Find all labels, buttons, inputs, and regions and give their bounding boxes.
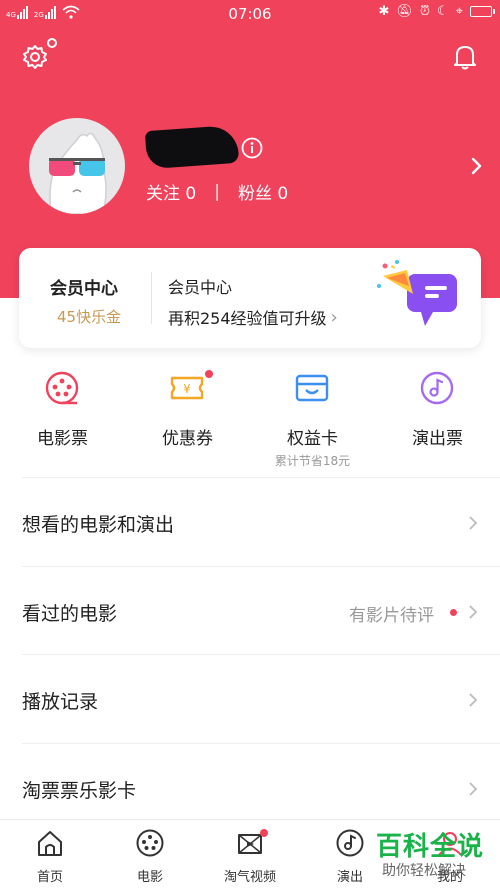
tab-label: 淘气视频	[223, 870, 276, 885]
location-icon: ⌖	[455, 4, 463, 19]
username-redacted	[144, 124, 240, 170]
bell-icon[interactable]	[452, 43, 478, 71]
menu-row-label: 想看的电影和演出	[22, 514, 175, 536]
tab-label: 首页	[36, 870, 63, 885]
upgrade-text: 再积254经验值可升级	[168, 309, 327, 328]
tab-home[interactable]: 首页	[0, 820, 100, 889]
menu-row-play-history[interactable]: 播放记录	[22, 654, 500, 743]
chevron-right-icon	[469, 604, 478, 619]
upgrade-arrow-icon: ›	[330, 306, 338, 328]
bluetooth-icon: ✱	[378, 4, 390, 19]
quick-link-movie-tickets[interactable]: 电影票	[0, 360, 125, 475]
quick-link-benefit-card[interactable]: 权益卡 累计节省18元	[250, 360, 375, 475]
profile-menu-list: 想看的电影和演出 看过的电影 有影片待评 播放记录 淘票票乐影卡	[0, 477, 500, 831]
pending-review-dot	[450, 608, 457, 616]
follow-label: 关注	[146, 184, 180, 204]
party-popper-chat-icon	[377, 260, 457, 326]
alarm-icon: ⏰︎	[419, 4, 431, 19]
watermark: 百科全说 助你轻松解决	[376, 826, 500, 889]
card-divider	[151, 272, 152, 324]
happy-gold-points[interactable]: 45快乐金	[57, 306, 121, 327]
quick-link-label: 优惠券	[162, 429, 213, 449]
menu-row-label: 淘票票乐影卡	[22, 779, 137, 802]
status-icons: ✱ 🔕︎ ⏰︎ ☾ ⌖	[378, 4, 495, 19]
avatar[interactable]	[29, 118, 125, 214]
quick-links: 电影票 ¥ 优惠券 权益卡 累计节省18元 演出票	[0, 360, 500, 475]
chevron-right-icon[interactable]	[470, 156, 484, 176]
member-center-card[interactable]: 会员中心 45快乐金 会员中心 再积254经验值可升级 ›	[19, 248, 481, 348]
quick-link-label: 电影票	[37, 429, 88, 449]
tab-label: 电影	[136, 870, 163, 885]
info-icon[interactable]	[241, 137, 263, 159]
fans-label: 粉丝	[237, 184, 272, 204]
member-card-subtitle: 会员中心	[168, 278, 233, 297]
film-reel-icon	[136, 829, 164, 857]
coupon-icon: ¥	[170, 376, 204, 400]
menu-row-label: 看过的电影	[22, 602, 118, 625]
music-note-icon	[420, 371, 454, 405]
follow-count: 0	[185, 184, 197, 204]
chevron-right-icon	[469, 516, 478, 530]
mute-icon: 🔕︎	[396, 4, 413, 19]
home-icon	[38, 831, 62, 856]
coupon-notification-dot	[205, 370, 213, 378]
avatar-cartoon-icon	[49, 132, 107, 214]
fans-stat[interactable]: 粉丝 0	[238, 179, 288, 204]
video-notification-dot	[260, 829, 268, 837]
music-note-icon	[336, 829, 364, 857]
quick-link-show-tickets[interactable]: 演出票	[375, 360, 500, 475]
status-bar: 4G 2G 07:06 ✱ 🔕︎ ⏰︎ ☾ ⌖	[0, 0, 500, 28]
quick-link-label: 演出票	[412, 429, 463, 449]
follow-stat[interactable]: 关注 0	[146, 179, 196, 204]
card-icon	[295, 374, 329, 402]
quick-link-label: 权益卡	[287, 429, 338, 449]
menu-row-movie-card[interactable]: 淘票票乐影卡	[22, 742, 500, 832]
svg-text:¥: ¥	[183, 382, 191, 396]
settings-notification-dot	[47, 38, 57, 48]
chevron-right-icon	[469, 693, 478, 707]
menu-row-label: 播放记录	[22, 691, 99, 713]
tab-videos[interactable]: 淘气视频	[200, 820, 300, 889]
upgrade-progress-link[interactable]: 再积254经验值可升级 ›	[168, 305, 338, 329]
stat-separator: |	[214, 181, 220, 202]
battery-icon	[470, 6, 495, 17]
moon-icon: ☾	[437, 4, 449, 19]
watermark-title: 百科全说	[376, 832, 485, 862]
settings-gear-icon[interactable]	[21, 43, 49, 71]
tab-movies[interactable]: 电影	[100, 820, 200, 889]
follow-stats: 关注 0 | 粉丝 0	[146, 179, 288, 205]
menu-row-watched-movies[interactable]: 看过的电影 有影片待评	[22, 565, 500, 655]
watermark-subtitle: 助你轻松解决	[382, 863, 466, 879]
member-card-title: 会员中心	[50, 279, 118, 299]
pending-review-text: 有影片待评	[349, 605, 434, 626]
benefit-card-savings: 累计节省18元	[274, 454, 351, 468]
menu-row-want-to-see[interactable]: 想看的电影和演出	[22, 477, 500, 566]
quick-link-coupons[interactable]: ¥ 优惠券	[125, 360, 250, 475]
chevron-right-icon	[469, 781, 478, 796]
film-reel-icon	[45, 371, 79, 405]
fans-count: 0	[277, 184, 289, 204]
